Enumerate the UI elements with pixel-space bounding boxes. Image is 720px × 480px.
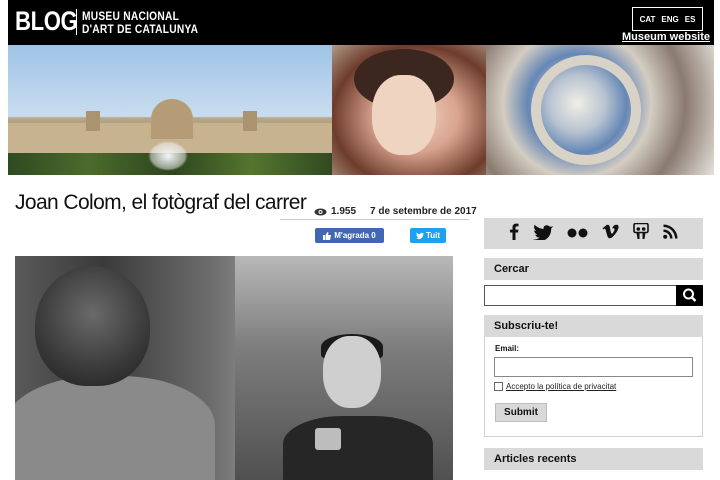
article-title: Joan Colom, el fotògraf del carrer bbox=[15, 191, 307, 214]
view-count: 1.955 bbox=[314, 206, 356, 217]
tweet-label: Tuit bbox=[425, 231, 441, 240]
email-field[interactable] bbox=[494, 357, 693, 377]
search-input[interactable] bbox=[484, 285, 677, 306]
site-header: BLOG MUSEU NACIONAL D'ART DE CATALUNYA C… bbox=[8, 0, 714, 45]
twitter-bird-icon bbox=[415, 232, 424, 239]
vimeo-icon[interactable] bbox=[602, 224, 619, 243]
search-icon bbox=[683, 288, 697, 302]
privacy-checkbox[interactable] bbox=[494, 382, 503, 391]
banner-portrait-image bbox=[332, 45, 486, 175]
facebook-icon[interactable] bbox=[509, 223, 519, 244]
museum-logo[interactable]: MUSEU NACIONAL D'ART DE CATALUNYA bbox=[82, 10, 198, 36]
recent-articles-heading: Articles recents bbox=[484, 448, 703, 470]
email-label: Email: bbox=[495, 344, 520, 353]
subscribe-heading: Subscriu-te! bbox=[484, 315, 703, 337]
museum-logo-line2: D'ART DE CATALUNYA bbox=[82, 22, 199, 36]
language-switcher: CAT ENG ES bbox=[632, 7, 703, 31]
banner-palace-image bbox=[8, 45, 332, 175]
header-banner bbox=[8, 45, 714, 175]
facebook-like-label: M'agrada 0 bbox=[334, 231, 376, 240]
article-photo bbox=[15, 256, 453, 480]
thumbs-up-icon bbox=[323, 231, 332, 240]
title-divider bbox=[280, 219, 469, 220]
eye-icon bbox=[314, 208, 327, 216]
facebook-like-button[interactable]: M'agrada 0 bbox=[315, 228, 384, 243]
publish-date: 7 de setembre de 2017 bbox=[370, 206, 477, 217]
flickr-icon[interactable] bbox=[567, 226, 589, 242]
social-links-bar bbox=[484, 218, 703, 249]
banner-dome-image bbox=[486, 45, 714, 175]
blog-logo[interactable]: BLOG bbox=[15, 6, 78, 37]
search-heading: Cercar bbox=[484, 258, 703, 280]
view-count-value: 1.955 bbox=[331, 206, 357, 217]
slideshare-icon[interactable] bbox=[633, 222, 650, 244]
privacy-policy-link[interactable]: Accepto la política de privacitat bbox=[506, 382, 616, 391]
submit-button[interactable]: Submit bbox=[495, 403, 547, 422]
rss-icon[interactable] bbox=[663, 224, 678, 243]
lang-eng[interactable]: ENG bbox=[661, 15, 678, 24]
logo-divider bbox=[76, 9, 77, 35]
search-button[interactable] bbox=[676, 285, 703, 306]
museum-website-link[interactable]: Museum website bbox=[622, 31, 710, 43]
twitter-icon[interactable] bbox=[532, 224, 553, 244]
privacy-consent: Accepto la política de privacitat bbox=[494, 382, 616, 391]
lang-es[interactable]: ES bbox=[685, 15, 696, 24]
lang-cat[interactable]: CAT bbox=[640, 15, 656, 24]
tweet-button[interactable]: Tuit bbox=[410, 228, 446, 243]
